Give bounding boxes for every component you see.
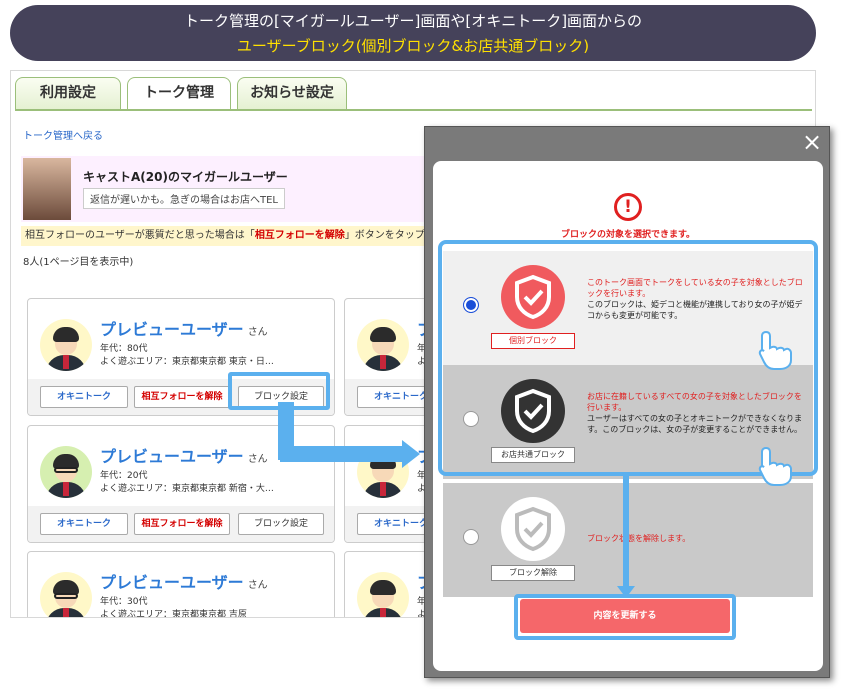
user-card: プレビューユーザー さん 年代：30代 よく遊ぶエリア：東京都東京都 吉原: [27, 551, 335, 618]
result-count: 8人(1ページ目を表示中): [23, 257, 134, 268]
pointer-arrow: [623, 476, 629, 588]
user-age: 年代：30代: [100, 597, 148, 607]
user-avatar: [40, 446, 92, 498]
unfollow-button[interactable]: 相互フォローを解除: [134, 513, 230, 535]
okini-talk-button[interactable]: オキニトーク: [40, 386, 128, 408]
notice-prefix: 相互フォローのユーザーが悪質だと思った場合は「: [25, 230, 255, 241]
option-title: ブロック状態を解除します。: [587, 534, 691, 543]
tab-divider: [15, 109, 812, 111]
tab-talk-management[interactable]: トーク管理: [127, 77, 231, 111]
user-avatar: [357, 572, 409, 617]
user-avatar: [40, 319, 92, 371]
hand-pointer-icon: [758, 330, 792, 370]
user-name[interactable]: プレビューユーザー さん: [100, 443, 268, 467]
close-icon[interactable]: ×: [801, 130, 823, 154]
user-name[interactable]: プレビューユーザー さん: [100, 316, 268, 340]
user-area: よく遊ぶエリア：東京都東京都 吉原: [100, 610, 247, 618]
user-avatar: [357, 319, 409, 371]
user-name[interactable]: プレビューユーザー さん: [100, 569, 268, 593]
tab-usage-settings[interactable]: 利用設定: [15, 77, 121, 109]
option-label: ブロック解除: [491, 565, 575, 581]
user-age: 年代：20代: [100, 471, 148, 481]
modal-title: ブロックの対象を選択できます。: [560, 230, 696, 240]
user-area: よく遊ぶエリア：東京都東京都 東京・日…: [100, 357, 274, 367]
profile-message: 返信が遅いかも。急ぎの場合はお店へTEL: [83, 188, 285, 209]
block-settings-button[interactable]: ブロック設定: [238, 513, 324, 535]
cast-photo: [23, 158, 71, 220]
hand-pointer-icon: [758, 446, 792, 486]
radio-unblock[interactable]: [463, 529, 479, 545]
pointer-arrow-head: [402, 440, 420, 468]
card-button-bar: オキニトーク 相互フォローを解除 ブロック設定: [28, 506, 334, 542]
profile-name: キャストA(20)のマイガールユーザー: [83, 170, 288, 184]
shield-check-icon: [501, 497, 565, 561]
tab-notice-settings[interactable]: お知らせ設定: [237, 77, 347, 109]
header-banner: トーク管理の[マイガールユーザー]画面や[オキニトーク]画面からの ユーザーブロ…: [10, 5, 816, 61]
notice-highlight: 相互フォローを解除: [254, 230, 345, 241]
pointer-arrow: [280, 446, 406, 462]
notice-suffix: 」ボタンをタップ: [344, 230, 425, 241]
okini-talk-button[interactable]: オキニトーク: [40, 513, 128, 535]
banner-line-1: トーク管理の[マイガールユーザー]画面や[オキニトーク]画面からの: [183, 12, 643, 30]
banner-line-2: ユーザーブロック(個別ブロック&お店共通ブロック): [236, 37, 590, 55]
unfollow-button[interactable]: 相互フォローを解除: [134, 386, 230, 408]
user-age: 年代：80代: [100, 344, 148, 354]
update-button[interactable]: 内容を更新する: [520, 599, 730, 633]
user-avatar: [40, 572, 92, 617]
warning-icon: !: [614, 193, 642, 221]
back-link[interactable]: トーク管理へ戻る: [23, 127, 103, 142]
user-area: よく遊ぶエリア：東京都東京都 新宿・大…: [100, 484, 274, 494]
